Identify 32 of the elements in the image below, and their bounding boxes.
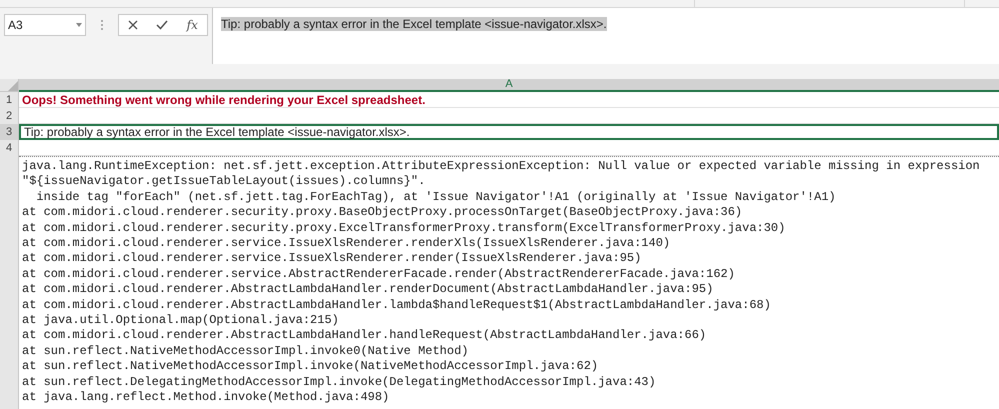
stack-trace-line: at com.midori.cloud.renderer.AbstractLambdaHandler.handleRequest(AbstractLambdaHandler.java:66) <box>22 328 708 344</box>
stack-trace-line: at com.midori.cloud.renderer.service.AbstractRendererFacade.render(AbstractRendererFacade.java:162) <box>22 266 736 282</box>
cell[interactable]: Oops! Something went wrong while rendering your Excel spreadsheet. <box>19 92 999 108</box>
stack-trace-line: java.lang.RuntimeException: net.sf.jett.exception.AttributeExpressionException: Null value or expected variable missing in expression <box>22 159 981 174</box>
corner-triangle-icon <box>8 81 18 91</box>
stack-trace-line: "${issueNavigator.getIssueTableLayout(issues).columns}". <box>22 174 426 190</box>
dropdown-icon <box>76 23 82 27</box>
stack-trace-line: at com.midori.cloud.renderer.AbstractLambdaHandler.lambda$handleRequest$1(AbstractLambdaHandler.java:68) <box>22 298 772 314</box>
cell[interactable]: Tip: probably a syntax error in the Excel template <issue-navigator.xlsx>. <box>19 124 999 140</box>
cancel-icon[interactable] <box>128 20 138 30</box>
stack-trace-line: at sun.reflect.NativeMethodAccessorImpl.invoke0(Native Method) <box>22 344 470 360</box>
select-all-button[interactable] <box>0 79 19 92</box>
stack-trace-line: at com.midori.cloud.renderer.service.IssueXlsRenderer.renderXls(IssueXlsRenderer.java:140) <box>22 236 672 252</box>
more-icon <box>100 19 104 31</box>
stack-trace-line: at sun.reflect.NativeMethodAccessorImpl.invoke(NativeMethodAccessorImpl.java:62) <box>22 359 600 375</box>
stack-trace-line: at com.midori.cloud.renderer.security.proxy.BaseObjectProxy.processOnTarget(BaseObjectProxy.java:36) <box>22 205 744 221</box>
stack-trace-line: at com.midori.cloud.renderer.service.IssueXlsRenderer.render(IssueXlsRenderer.java:95) <box>22 251 642 267</box>
stack-trace-line: inside tag "forEach" (net.sf.jett.tag.ForEachTag), at 'Issue Navigator'!A1 (originally at 'Issue Navigator'!A1) <box>35 190 837 206</box>
stack-trace-line: at com.midori.cloud.renderer.AbstractLambdaHandler.renderDocument(AbstractLambdaHandler.java:95) <box>22 282 714 298</box>
column-header[interactable]: A <box>19 79 999 92</box>
error-message: Oops! Something went wrong while rendering your Excel spreadsheet. <box>22 92 426 108</box>
check-icon[interactable] <box>156 20 168 30</box>
formula-field[interactable]: Tip: probably a syntax error in the Excel template <issue-navigator.xlsx>. <box>212 8 999 64</box>
formula-text: Tip: probably a syntax error in the Excel template <issue-navigator.xlsx>. <box>221 17 607 31</box>
insert-function-button[interactable]: fx <box>186 16 198 34</box>
stack-trace-line: at java.lang.reflect.Method.invoke(Method.java:498) <box>22 390 390 406</box>
cell-text: Tip: probably a syntax error in the Excel template <issue-navigator.xlsx>. <box>24 124 410 141</box>
stack-trace-line: at java.util.Optional.map(Optional.java:215) <box>22 313 340 328</box>
name-box[interactable]: A3 <box>4 14 86 36</box>
cell-reference: A3 <box>8 17 23 34</box>
stack-trace-line: at sun.reflect.DelegatingMethodAccessorImpl.invoke(DelegatingMethodAccessorImpl.java:43) <box>22 374 657 390</box>
stack-trace-line: at com.midori.cloud.renderer.security.proxy.ExcelTransformerProxy.transform(ExcelTransformerProxy.java:30) <box>22 220 786 236</box>
